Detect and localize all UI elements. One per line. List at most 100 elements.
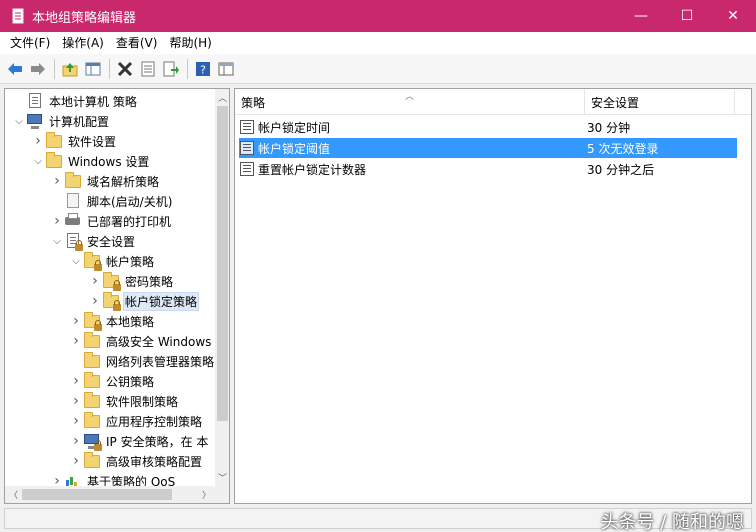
tree-item[interactable]: ⌵ Windows 设置 [5, 151, 215, 171]
tree-item-label: 已部署的打印机 [87, 214, 172, 229]
no-expander [49, 191, 65, 211]
collapsed-chevron-icon[interactable]: › [68, 431, 84, 451]
tree-item[interactable]: › 已部署的打印机 [5, 211, 215, 231]
show-hide-tree-icon[interactable] [82, 58, 104, 80]
expanded-chevron-icon[interactable]: ⌵ [11, 111, 27, 131]
no-expander [11, 91, 27, 111]
collapsed-chevron-icon[interactable]: › [49, 211, 65, 231]
scroll-up-arrow-icon[interactable]: ︿ [215, 89, 229, 106]
collapsed-chevron-icon[interactable]: › [30, 131, 46, 151]
delete-icon[interactable] [114, 58, 136, 80]
collapsed-chevron-icon[interactable]: › [68, 371, 84, 391]
folder-icon [84, 412, 100, 429]
tree-item[interactable]: ⌵ 帐户策略 [5, 251, 215, 271]
script-icon [65, 193, 81, 209]
policy-name-cell: 帐户锁定阈值 [239, 140, 585, 157]
tree-item[interactable]: › 应用程序控制策略 [5, 411, 215, 431]
tree-item-label: 公钥策略 [106, 374, 155, 389]
properties-icon[interactable] [137, 58, 159, 80]
collapsed-chevron-icon[interactable]: › [68, 411, 84, 431]
tree-item-label: 软件限制策略 [106, 394, 179, 409]
tree-item-label: 本地计算机 策略 [49, 94, 137, 109]
column-label-policy: 策略 [241, 96, 266, 110]
folder-icon [84, 452, 100, 469]
policy-list-pane: 策略 ︿ 安全设置 帐户锁定时间 30 分钟 帐户锁定阈值 5 次无效登录 重置帐户锁定… [234, 88, 752, 504]
toolbar-separator [54, 58, 55, 79]
tree-item[interactable]: 本地计算机 策略 [5, 91, 215, 111]
folder-icon [84, 372, 100, 389]
tree-item[interactable]: › 帐户锁定策略 [5, 291, 215, 311]
folder-icon [84, 392, 100, 409]
tree-item-label: 密码策略 [125, 274, 174, 289]
collapsed-chevron-icon[interactable]: › [87, 271, 103, 291]
console-view-icon[interactable] [215, 58, 237, 80]
policy-name: 帐户锁定阈值 [258, 141, 331, 156]
svg-text:?: ? [200, 63, 206, 76]
minimize-button[interactable]: — [618, 0, 664, 32]
tree-item[interactable]: 网络列表管理器策略 [5, 351, 215, 371]
folder-icon [46, 132, 62, 149]
policy-row[interactable]: 帐户锁定时间 30 分钟 [239, 117, 737, 137]
collapsed-chevron-icon[interactable]: › [68, 451, 84, 471]
collapsed-chevron-icon[interactable]: › [68, 311, 84, 331]
export-list-icon[interactable] [160, 58, 182, 80]
tree-item[interactable]: › 域名解析策略 [5, 171, 215, 191]
collapsed-chevron-icon[interactable]: › [49, 471, 65, 486]
tree-item[interactable]: › 本地策略 [5, 311, 215, 331]
tree-horizontal-scrollbar[interactable]: 〈 〉 [5, 486, 215, 503]
window-title: 本地组策略编辑器 [32, 10, 137, 26]
policy-row[interactable]: 重置帐户锁定计数器 30 分钟之后 [239, 159, 737, 179]
tree-item[interactable]: ⌵ 计算机配置 [5, 111, 215, 131]
up-folder-icon[interactable] [59, 58, 81, 80]
policy-row[interactable]: 帐户锁定阈值 5 次无效登录 [239, 138, 737, 158]
menu-action[interactable]: 操作(A) [56, 32, 110, 54]
tree-item[interactable]: › 基于策略的 QoS [5, 471, 215, 486]
menu-help[interactable]: 帮助(H) [163, 32, 217, 54]
expanded-chevron-icon[interactable]: ⌵ [49, 231, 65, 251]
policy-name: 帐户锁定时间 [258, 120, 331, 135]
expanded-chevron-icon[interactable]: ⌵ [68, 251, 84, 271]
tree-item[interactable]: › 高级审核策略配置 [5, 451, 215, 471]
toolbar-separator [187, 58, 188, 79]
scroll-right-arrow-icon[interactable]: 〉 [198, 486, 215, 503]
menu-view[interactable]: 查看(V) [110, 32, 164, 54]
back-arrow-icon[interactable] [4, 58, 26, 80]
horizontal-scroll-thumb[interactable] [22, 489, 172, 500]
column-header-policy[interactable]: 策略 ︿ [235, 89, 585, 115]
vertical-scroll-thumb[interactable] [217, 106, 228, 421]
tree-item[interactable]: › 软件限制策略 [5, 391, 215, 411]
tree-item-label: 本地策略 [106, 314, 155, 329]
toolbar-separator [109, 58, 110, 79]
policy-document-icon [27, 93, 43, 109]
status-bar: 头条号 / 随和的嗯 [0, 508, 756, 532]
collapsed-chevron-icon[interactable]: › [87, 291, 103, 311]
help-icon[interactable]: ? [192, 58, 214, 80]
tree-item[interactable]: › 高级安全 Windows [5, 331, 215, 351]
tree-item[interactable]: › 公钥策略 [5, 371, 215, 391]
collapsed-chevron-icon[interactable]: › [68, 331, 84, 351]
tree-item[interactable]: › 软件设置 [5, 131, 215, 151]
tree-item-label: 应用程序控制策略 [106, 414, 203, 429]
tree-item[interactable]: › IP 安全策略，在 本 [5, 431, 215, 451]
column-header-security-setting[interactable]: 安全设置 [585, 89, 735, 115]
tree-vertical-scrollbar[interactable]: ︿ ﹀ [215, 89, 229, 486]
collapsed-chevron-icon[interactable]: › [49, 171, 65, 191]
collapsed-chevron-icon[interactable]: › [68, 391, 84, 411]
close-button[interactable]: ✕ [710, 0, 756, 32]
folder-icon [46, 152, 62, 169]
expanded-chevron-icon[interactable]: ⌵ [30, 151, 46, 171]
menu-file[interactable]: 文件(F) [4, 32, 56, 54]
tree-item[interactable]: › 密码策略 [5, 271, 215, 291]
security-icon [65, 233, 83, 251]
forward-arrow-icon[interactable] [27, 58, 49, 80]
tree-item-label: 安全设置 [87, 234, 136, 249]
policy-name: 重置帐户锁定计数器 [258, 162, 367, 177]
scroll-down-arrow-icon[interactable]: ﹀ [215, 469, 229, 486]
tree-item[interactable]: 脚本(启动/关机) [5, 191, 215, 211]
title-bar: 本地组策略编辑器 — ☐ ✕ [0, 0, 756, 32]
scroll-left-arrow-icon[interactable]: 〈 [5, 486, 22, 503]
tree-item-label: 软件设置 [68, 134, 117, 149]
tree-item[interactable]: ⌵ 安全设置 [5, 231, 215, 251]
tree-item-label: 域名解析策略 [87, 174, 160, 189]
maximize-button[interactable]: ☐ [664, 0, 710, 32]
